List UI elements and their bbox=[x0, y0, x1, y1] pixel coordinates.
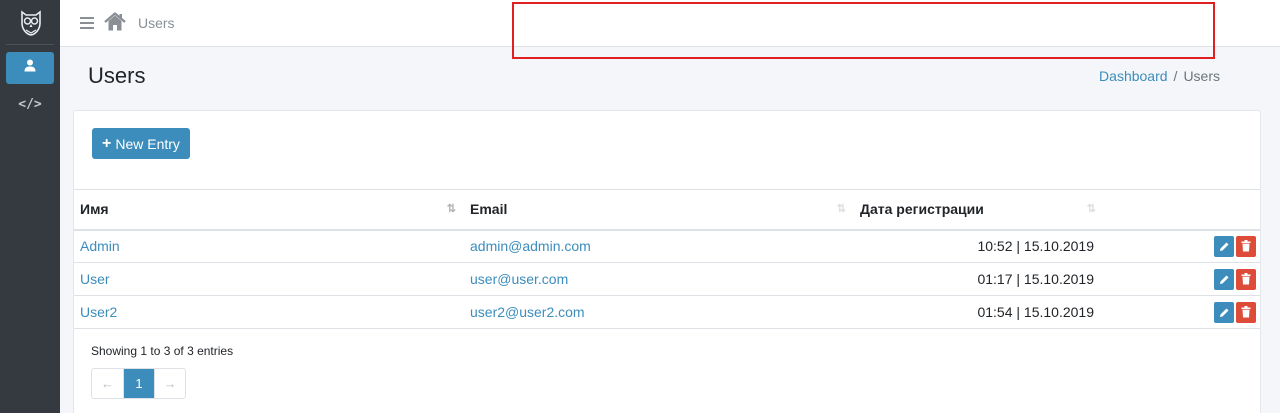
user-name-link[interactable]: Admin bbox=[80, 238, 120, 254]
sidebar-divider bbox=[6, 44, 54, 45]
user-email-link[interactable]: user2@user2.com bbox=[470, 304, 585, 320]
table-row: User user@user.com 01:17 | 15.10.2019 bbox=[74, 263, 1260, 296]
home-icon[interactable] bbox=[104, 12, 126, 37]
column-header-date[interactable]: Дата регистрации ⇅ bbox=[854, 190, 1104, 230]
code-icon: </> bbox=[18, 96, 42, 112]
pagination-prev-button[interactable]: ← bbox=[92, 369, 123, 398]
plus-icon: + bbox=[102, 134, 112, 152]
users-card: + New Entry Имя ⇅ Email ⇅ Дата регистрации… bbox=[73, 110, 1261, 413]
edit-button[interactable] bbox=[1214, 235, 1234, 257]
pencil-icon bbox=[1219, 242, 1228, 251]
pencil-icon bbox=[1219, 275, 1228, 284]
trash-icon bbox=[1241, 306, 1251, 318]
table-row: User2 user2@user2.com 01:54 | 15.10.2019 bbox=[74, 296, 1260, 329]
sidebar: </> bbox=[0, 0, 60, 413]
sort-icon[interactable]: ⇅ bbox=[447, 202, 456, 215]
trash-icon bbox=[1241, 240, 1251, 252]
page-title: Users bbox=[88, 63, 146, 88]
topbar-title: Users bbox=[138, 15, 175, 31]
user-email-link[interactable]: admin@admin.com bbox=[470, 238, 591, 254]
highlight-annotation-box bbox=[512, 2, 1215, 59]
main-content: Users Dashboard / Users + New Entry Имя ⇅ E… bbox=[60, 47, 1280, 413]
sidebar-item-code[interactable]: </> bbox=[6, 88, 54, 120]
user-name-link[interactable]: User2 bbox=[80, 304, 117, 320]
table-info-text: Showing 1 to 3 of 3 entries bbox=[91, 344, 234, 358]
sort-icon[interactable]: ⇅ bbox=[837, 202, 846, 215]
pencil-icon bbox=[1219, 308, 1228, 317]
owl-logo-icon[interactable] bbox=[16, 6, 46, 40]
sidebar-item-users[interactable] bbox=[6, 52, 54, 84]
user-name-link[interactable]: User bbox=[80, 271, 110, 287]
delete-button[interactable] bbox=[1236, 235, 1256, 257]
trash-icon bbox=[1241, 273, 1251, 285]
column-header-name[interactable]: Имя ⇅ bbox=[74, 190, 464, 230]
breadcrumb-current: Users bbox=[1183, 68, 1220, 84]
user-email-link[interactable]: user@user.com bbox=[470, 271, 568, 287]
breadcrumb-separator: / bbox=[1173, 68, 1178, 84]
user-icon bbox=[24, 59, 36, 77]
new-entry-button[interactable]: + New Entry bbox=[92, 128, 190, 159]
new-entry-label: New Entry bbox=[115, 135, 180, 152]
registration-date: 01:17 | 15.10.2019 bbox=[977, 271, 1094, 287]
column-header-actions bbox=[1104, 190, 1260, 230]
table-row: Admin admin@admin.com 10:52 | 15.10.2019 bbox=[74, 230, 1260, 263]
delete-button[interactable] bbox=[1236, 301, 1256, 323]
breadcrumb: Dashboard / Users bbox=[1099, 68, 1220, 84]
pagination: ← 1 → bbox=[91, 368, 186, 399]
edit-button[interactable] bbox=[1214, 301, 1234, 323]
registration-date: 01:54 | 15.10.2019 bbox=[977, 304, 1094, 320]
breadcrumb-dashboard[interactable]: Dashboard bbox=[1099, 68, 1168, 84]
edit-button[interactable] bbox=[1214, 268, 1234, 290]
registration-date: 10:52 | 15.10.2019 bbox=[977, 238, 1094, 255]
delete-button[interactable] bbox=[1236, 268, 1256, 290]
sort-icon[interactable]: ⇅ bbox=[1087, 202, 1096, 215]
table-header-row: Имя ⇅ Email ⇅ Дата регистрации ⇅ bbox=[74, 189, 1260, 230]
hamburger-menu-icon[interactable] bbox=[80, 14, 94, 32]
pagination-next-button[interactable]: → bbox=[154, 369, 185, 398]
pagination-page-1[interactable]: 1 bbox=[123, 369, 154, 398]
users-table: Имя ⇅ Email ⇅ Дата регистрации ⇅ Admin admi… bbox=[74, 189, 1260, 329]
column-header-email[interactable]: Email ⇅ bbox=[464, 190, 854, 230]
